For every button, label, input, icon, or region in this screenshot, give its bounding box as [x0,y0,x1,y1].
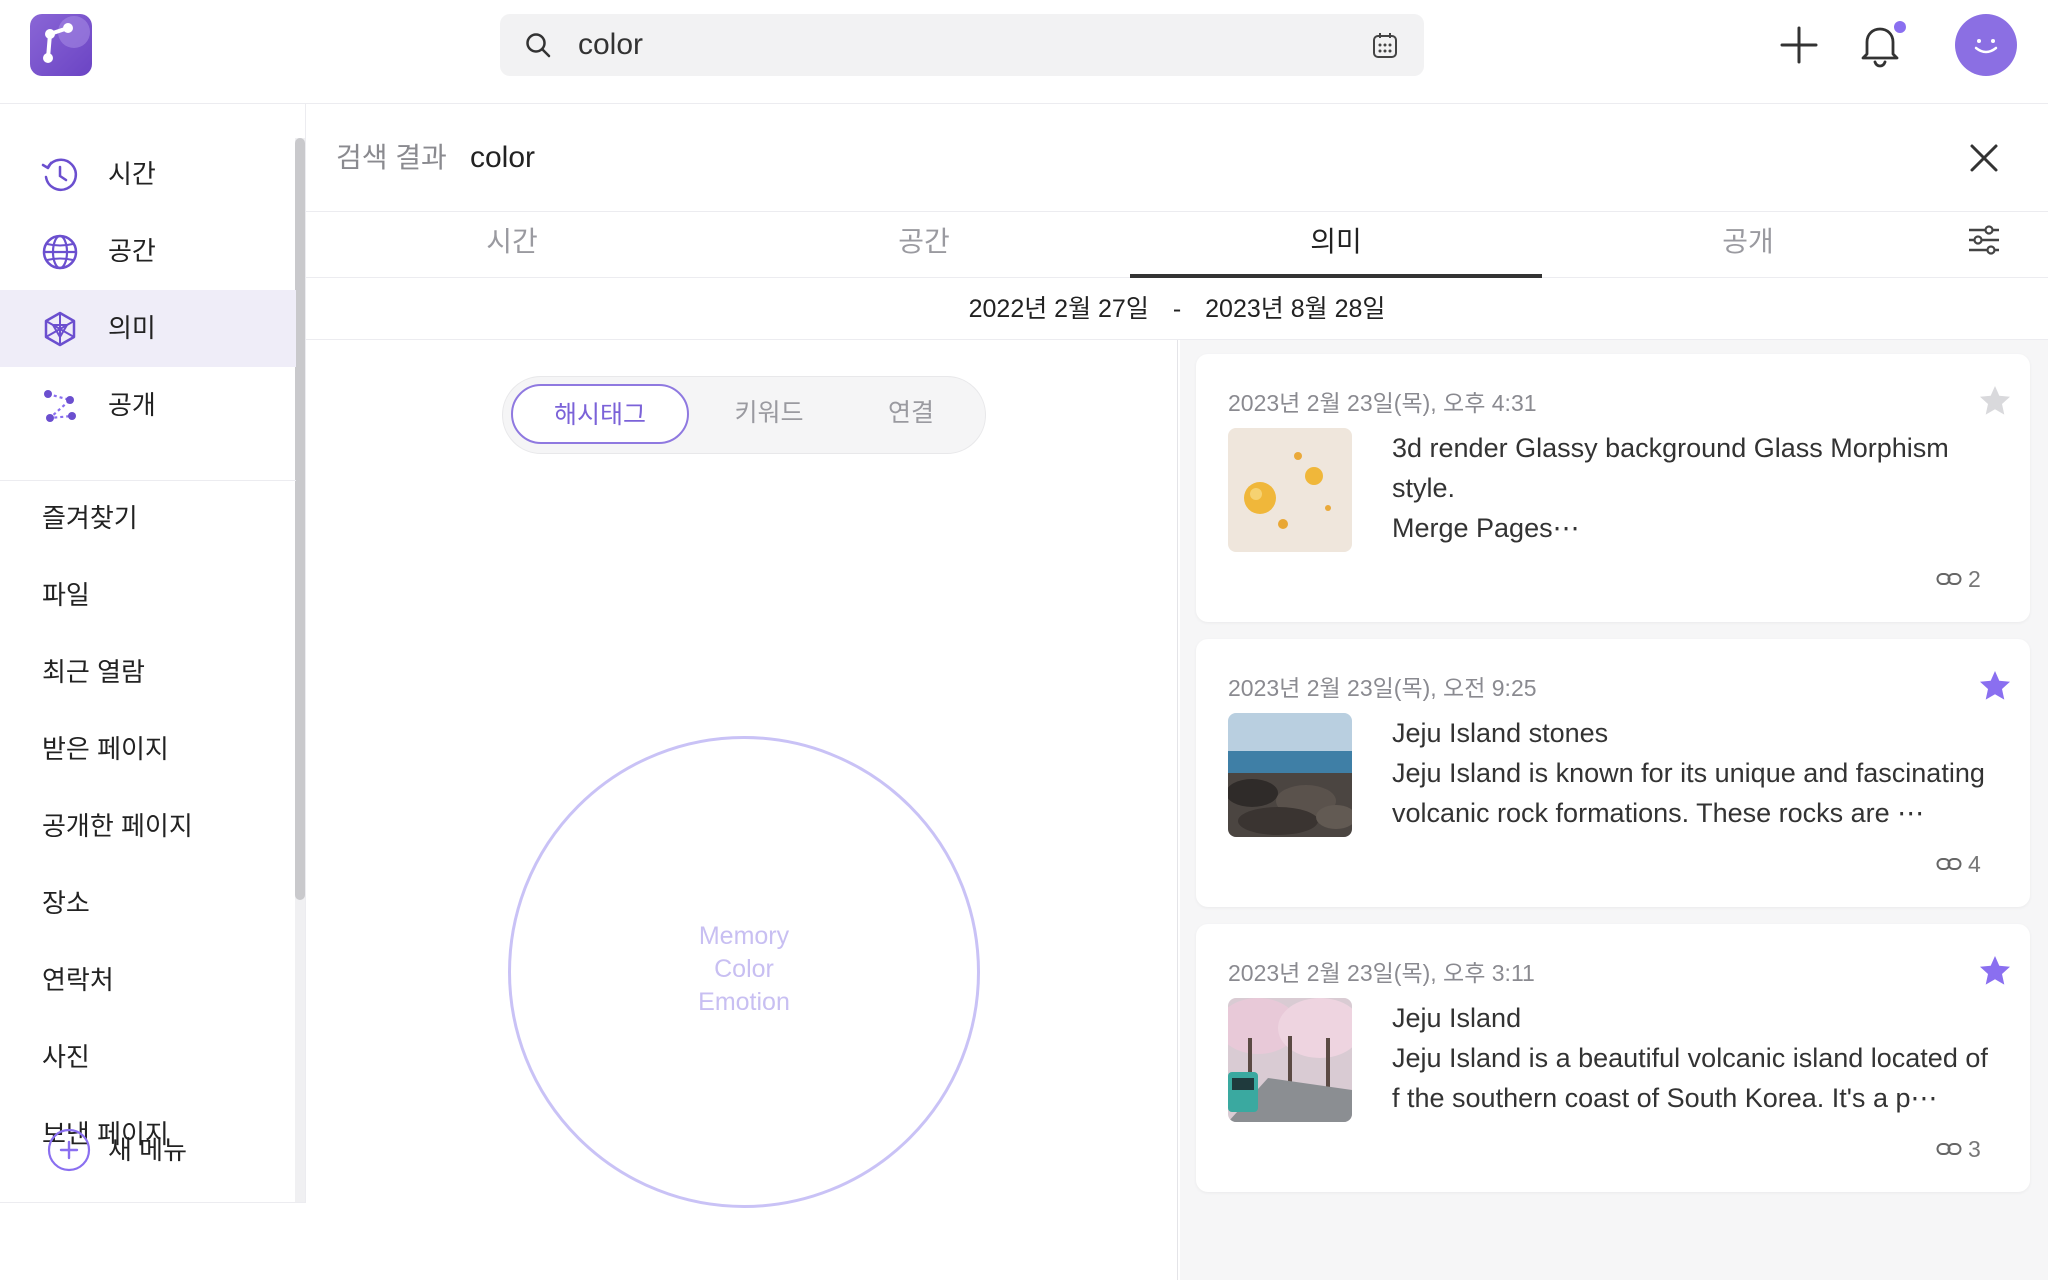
card-thumbnail [1228,998,1352,1122]
sidebar-item-label: 공개 [108,390,156,420]
search-bar[interactable]: color [500,14,1424,76]
result-card[interactable]: 2023년 2월 23일(목), 오후 3:11 Jeju Island Jej… [1196,924,2030,1192]
results-query: color [470,141,536,174]
sidebar-menu-published-pages[interactable]: 공개한 페이지 [42,788,193,865]
sidebar-menu-favorites[interactable]: 즐겨찾기 [42,480,138,557]
tab-public[interactable]: 공개 [1542,212,1954,278]
date-separator: - [1172,295,1182,323]
sidebar: 시간 공간 의미 공개 즐겨찾기 파일 최근 열람 받은 페이지 공개한 페이지… [0,104,306,1280]
sidebar-menu-photos[interactable]: 사진 [42,1019,90,1096]
add-circle-icon[interactable] [46,1127,92,1173]
card-date: 2023년 2월 23일(목), 오후 4:31 [1228,390,1537,416]
card-thumbnail [1228,713,1352,837]
link-icon [1936,1143,1962,1155]
cherry-blossom-road-image [1228,998,1352,1122]
card-body: Merge Pages⋯ [1392,513,1580,543]
star-icon[interactable] [1978,384,2012,418]
segment-keyword[interactable]: 키워드 [699,384,839,444]
link-icon [1936,573,1962,585]
bubble-tags: Memory Color Emotion [508,920,980,1019]
result-tabs: 시간 공간 의미 공개 [306,212,2048,278]
new-menu-button[interactable]: 새 메뉴 [108,1122,187,1178]
tab-meaning[interactable]: 의미 [1130,212,1542,278]
date-start: 2022년 2월 27일 [968,295,1149,323]
sidebar-item-time[interactable]: 시간 [0,136,296,213]
add-icon[interactable] [1778,24,1820,66]
date-end: 2023년 8월 28일 [1205,295,1386,323]
avatar[interactable] [1955,14,2017,76]
sidebar-item-label: 의미 [108,313,156,343]
sidebar-menu-places[interactable]: 장소 [42,865,90,942]
card-date: 2023년 2월 23일(목), 오전 9:25 [1228,675,1537,701]
sidebar-menu-files[interactable]: 파일 [42,557,90,634]
search-icon [526,33,551,58]
tab-time[interactable]: 시간 [306,212,718,278]
card-title: Jeju Island [1392,1003,1522,1033]
star-filled-icon[interactable] [1978,954,2012,988]
link-icon [1936,858,1962,870]
calendar-icon[interactable] [1372,32,1398,60]
top-bar: color [0,0,2048,104]
segment-connection[interactable]: 연결 [843,384,979,444]
logo-graph-icon [43,16,90,63]
globe-icon [42,234,78,270]
segment-hashtag[interactable]: 해시태그 [511,384,689,444]
sidebar-item-space[interactable]: 공간 [0,213,296,290]
sidebar-menu-contacts[interactable]: 연락처 [42,942,114,1019]
tab-space[interactable]: 공간 [718,212,1130,278]
share-nodes-icon [44,390,76,422]
card-title: 3d render Glassy background Glass Morphi… [1392,433,1949,503]
gold-spheres-image [1228,428,1352,552]
semantic-network-icon [44,311,76,347]
card-links[interactable]: 4 [1936,849,2016,879]
sidebar-item-meaning[interactable]: 의미 [0,290,296,367]
search-input[interactable]: color [578,14,643,76]
card-date: 2023년 2월 23일(목), 오후 3:11 [1228,960,1535,986]
card-link-count: 4 [1968,851,1981,877]
close-icon[interactable] [1966,140,2002,176]
main-content: 검색 결과 color 시간 공간 의미 공개 2022년 2월 27일 -202… [306,104,2048,1280]
card-link-count: 2 [1968,566,1981,592]
filter-sliders-icon[interactable] [1966,222,2002,258]
bubble-tag[interactable]: Memory [508,920,980,953]
results-label: 검색 결과 [336,142,447,173]
bubble-tag[interactable]: Emotion [508,986,980,1019]
card-body: Jeju Island is known for its unique and … [1392,758,1985,828]
card-body: Jeju Island is a beautiful volcanic isla… [1392,1043,1988,1113]
sidebar-menu-recent[interactable]: 최근 열람 [42,634,145,711]
semantic-graph-pane: 해시태그 키워드 연결 Memory Color Emotion [306,340,1178,1280]
star-filled-icon[interactable] [1978,669,2012,703]
card-thumbnail [1228,428,1352,552]
view-segmented-control: 해시태그 키워드 연결 [502,376,986,454]
bubble-tag[interactable]: Color [508,953,980,986]
sidebar-item-label: 시간 [108,159,156,189]
card-links[interactable]: 2 [1936,564,2016,594]
app-logo[interactable] [30,14,92,76]
card-links[interactable]: 3 [1936,1134,2016,1164]
sidebar-item-public[interactable]: 공개 [0,367,296,444]
result-card[interactable]: 2023년 2월 23일(목), 오후 4:31 3d render Glass… [1196,354,2030,622]
sidebar-item-label: 공간 [108,236,156,266]
card-title: Jeju Island stones [1392,718,1609,748]
results-list: 2023년 2월 23일(목), 오후 4:31 3d render Glass… [1180,340,2048,1280]
sidebar-scrollbar[interactable] [295,138,305,900]
result-card[interactable]: 2023년 2월 23일(목), 오전 9:25 Jeju Island sto… [1196,639,2030,907]
sidebar-footer [0,1202,306,1280]
card-link-count: 3 [1968,1136,1981,1162]
smiley-face-icon [1974,39,1998,54]
history-clock-icon [41,158,78,191]
sidebar-menu-received-pages[interactable]: 받은 페이지 [42,711,169,788]
results-header: 검색 결과 color [306,104,2048,212]
rocky-coast-image [1228,713,1352,837]
date-range[interactable]: 2022년 2월 27일 -2023년 8월 28일 [306,278,2048,340]
notification-dot [1894,21,1906,33]
